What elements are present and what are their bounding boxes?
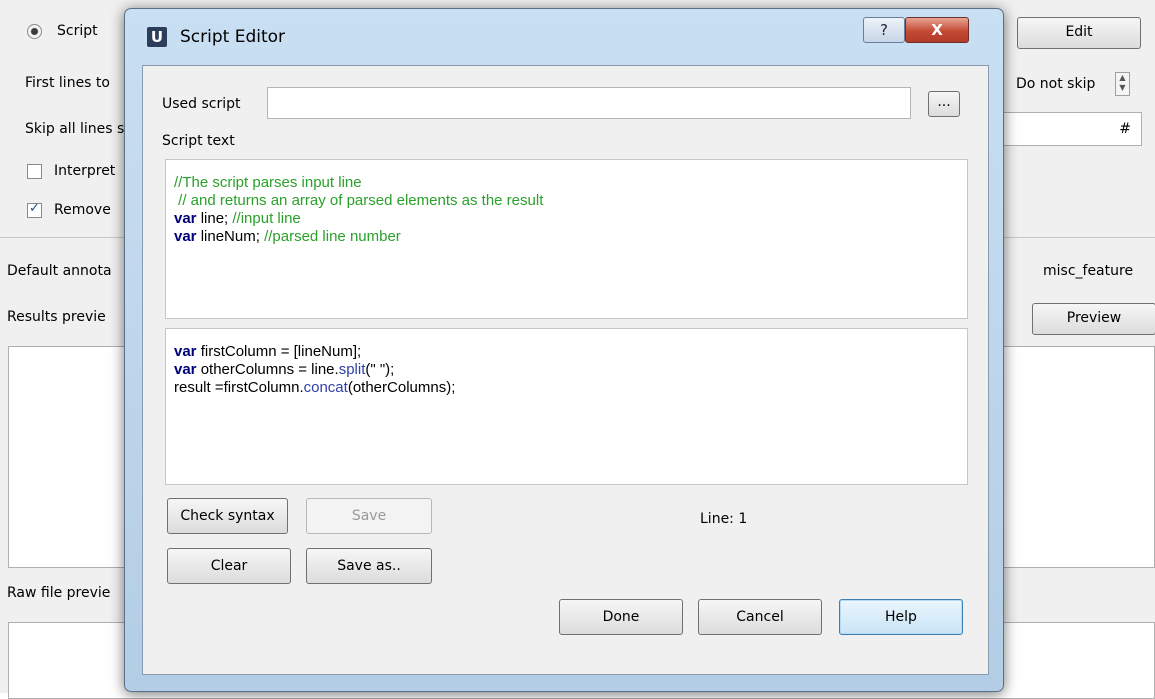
code-line: var line; //input line [174, 210, 967, 228]
skip-all-lines-label: Skip all lines s [25, 121, 125, 137]
raw-file-preview-label: Raw file previe [7, 585, 111, 601]
script-header-editor[interactable]: //The script parses input line // and re… [165, 159, 968, 319]
script-editor-dialog: U Script Editor ? X Used script ... Scri… [124, 8, 1004, 692]
remove-checkbox[interactable] [27, 201, 42, 218]
done-button[interactable]: Done [559, 599, 683, 635]
first-lines-label: First lines to [25, 75, 110, 91]
help-question-icon[interactable]: ? [863, 17, 905, 43]
code-token: var [174, 228, 197, 245]
script-radio-label: Script [57, 23, 98, 39]
preview-button[interactable]: Preview [1032, 303, 1155, 335]
code-token: lineNum; [196, 228, 265, 245]
help-button[interactable]: Help [839, 599, 963, 635]
results-preview-label: Results previe [7, 309, 106, 325]
code-token: //The script parses input line [174, 174, 362, 191]
code-token: otherColumns = line. [196, 361, 339, 378]
do-not-skip-value[interactable]: Do not skip [1016, 76, 1095, 92]
used-script-label: Used script [162, 96, 241, 112]
code-token: // and returns an array of parsed elemen… [174, 192, 544, 209]
code-line: var firstColumn = [lineNum]; [174, 343, 967, 361]
save-button[interactable]: Save [306, 498, 432, 534]
remove-label: Remove [54, 202, 111, 218]
code-token: //input line [232, 210, 301, 227]
check-syntax-button[interactable]: Check syntax [167, 498, 288, 534]
code-token: result =firstColumn. [174, 379, 304, 396]
code-token: //parsed line number [264, 228, 401, 245]
close-icon[interactable]: X [905, 17, 969, 43]
code-token: split [338, 361, 366, 378]
clear-button[interactable]: Clear [167, 548, 291, 584]
interpret-label: Interpret [54, 163, 116, 179]
default-annotation-label: Default annota [7, 263, 112, 279]
dialog-body: Used script ... Script text //The script… [142, 65, 989, 675]
code-token: concat [303, 379, 348, 396]
code-line: result =firstColumn.concat(otherColumns)… [174, 379, 967, 397]
code-token: var [174, 361, 197, 378]
used-script-input[interactable] [267, 87, 911, 119]
browse-button[interactable]: ... [928, 91, 960, 117]
code-token: var [174, 343, 197, 360]
skip-spinner-arrows-icon[interactable]: ▲ ▼ [1115, 72, 1130, 96]
code-token: firstColumn = [lineNum]; [196, 343, 362, 360]
code-token: (" "); [365, 361, 395, 378]
script-body-editor[interactable]: var firstColumn = [lineNum]; var otherCol… [165, 328, 968, 485]
code-token: line; [196, 210, 233, 227]
line-status: Line: 1 [700, 511, 748, 527]
code-line: var otherColumns = line.split(" "); [174, 361, 967, 379]
code-token: var [174, 210, 197, 227]
ugene-app-icon: U [147, 27, 167, 47]
script-text-label: Script text [162, 133, 235, 149]
script-radio-button[interactable] [27, 24, 42, 39]
dialog-titlebar[interactable]: U Script Editor ? X [125, 9, 1003, 65]
dialog-title: Script Editor [180, 27, 286, 47]
interpret-checkbox[interactable] [27, 164, 42, 179]
default-annotation-value[interactable]: misc_feature [1043, 263, 1133, 279]
code-token: (otherColumns); [347, 379, 456, 396]
cancel-button[interactable]: Cancel [698, 599, 822, 635]
edit-button[interactable]: Edit [1017, 17, 1141, 49]
skip-char-field[interactable]: # [1000, 112, 1142, 146]
code-line: //The script parses input line [174, 174, 967, 192]
code-line: var lineNum; //parsed line number [174, 228, 967, 246]
save-as-button[interactable]: Save as.. [306, 548, 432, 584]
code-line: // and returns an array of parsed elemen… [174, 192, 967, 210]
